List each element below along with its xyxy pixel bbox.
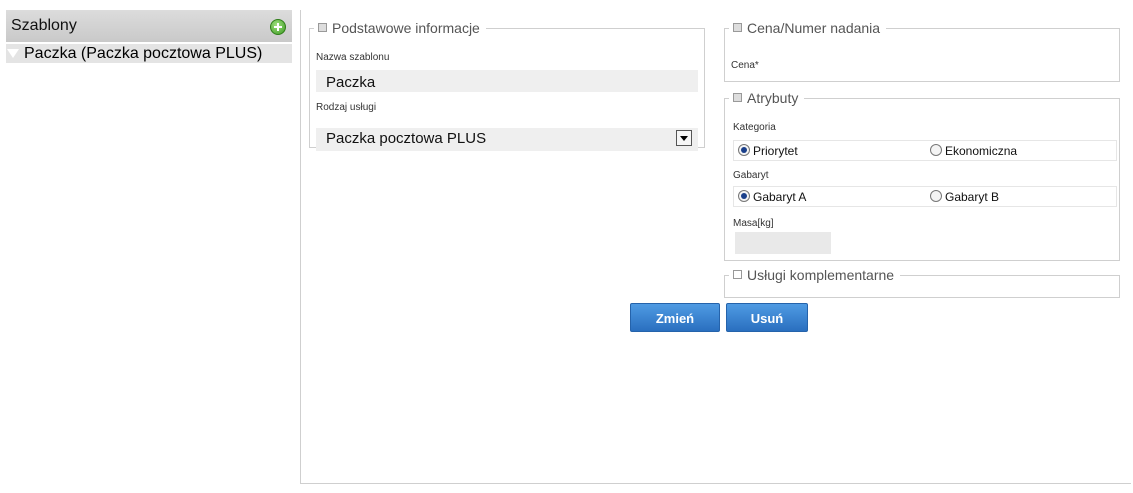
- expand-icon[interactable]: [733, 270, 742, 279]
- service-type-value: Paczka pocztowa PLUS: [326, 130, 487, 147]
- attributes-legend[interactable]: Atrybuty: [729, 90, 804, 106]
- collapse-icon[interactable]: [733, 23, 742, 32]
- templates-sidebar: Szablony Paczka (Paczka pocztowa PLUS): [6, 10, 292, 63]
- size-option-label: Gabaryt A: [753, 190, 807, 204]
- service-type-label: Rodzaj usługi: [316, 102, 377, 113]
- template-list-item[interactable]: Paczka (Paczka pocztowa PLUS): [6, 44, 292, 63]
- radio-selected-icon[interactable]: [738, 144, 750, 156]
- category-label: Kategoria: [733, 122, 776, 133]
- service-type-select[interactable]: Paczka pocztowa PLUS: [316, 128, 698, 151]
- size-option-a[interactable]: Gabaryt A: [738, 190, 806, 204]
- price-label: Cena*: [731, 60, 759, 71]
- template-details-panel: Podstawowe informacje Nazwa szablonu Pac…: [300, 10, 1131, 484]
- collapse-icon[interactable]: [318, 23, 327, 32]
- price-legend[interactable]: Cena/Numer nadania: [729, 20, 886, 36]
- size-option-label: Gabaryt B: [945, 190, 1000, 204]
- mass-label: Masa[kg]: [733, 218, 774, 229]
- attributes-title: Atrybuty: [747, 90, 799, 106]
- sidebar-header: Szablony: [6, 10, 292, 42]
- category-option-priority[interactable]: Priorytet: [738, 144, 798, 158]
- radio-selected-icon[interactable]: [738, 190, 750, 202]
- radio-icon[interactable]: [930, 144, 942, 156]
- size-radio-group: Gabaryt A Gabaryt B: [733, 186, 1117, 207]
- extra-services-title: Usługi komplementarne: [747, 267, 895, 283]
- basic-info-legend[interactable]: Podstawowe informacje: [314, 20, 486, 36]
- category-option-label: Priorytet: [753, 144, 798, 158]
- dropdown-arrow-icon[interactable]: [676, 130, 692, 146]
- category-radio-group: Priorytet Ekonomiczna: [733, 140, 1117, 161]
- add-template-icon[interactable]: [270, 19, 286, 35]
- attributes-section: Atrybuty Kategoria Priorytet Ekonomiczna…: [724, 90, 1120, 261]
- collapse-icon[interactable]: [733, 93, 742, 102]
- template-item-label: Paczka (Paczka pocztowa PLUS): [24, 45, 263, 62]
- basic-info-section: Podstawowe informacje Nazwa szablonu Pac…: [309, 20, 705, 151]
- delete-button[interactable]: Usuń: [726, 303, 808, 332]
- change-button[interactable]: Zmień: [630, 303, 720, 332]
- price-section: Cena/Numer nadania Cena*: [724, 20, 1120, 82]
- radio-icon[interactable]: [930, 190, 942, 202]
- size-label: Gabaryt: [733, 170, 769, 181]
- size-option-b[interactable]: Gabaryt B: [930, 190, 999, 204]
- extra-services-section: Usługi komplementarne: [724, 267, 1120, 298]
- mass-input[interactable]: [735, 232, 831, 254]
- category-option-label: Ekonomiczna: [945, 144, 1018, 158]
- sidebar-title: Szablony: [11, 17, 77, 34]
- category-option-economy[interactable]: Ekonomiczna: [930, 144, 1017, 158]
- basic-info-title: Podstawowe informacje: [332, 20, 480, 36]
- extra-services-legend[interactable]: Usługi komplementarne: [729, 267, 900, 283]
- price-title: Cena/Numer nadania: [747, 20, 881, 36]
- expand-arrow-icon[interactable]: [7, 49, 19, 58]
- template-name-input[interactable]: Paczka: [316, 70, 698, 92]
- template-name-label: Nazwa szablonu: [316, 52, 390, 63]
